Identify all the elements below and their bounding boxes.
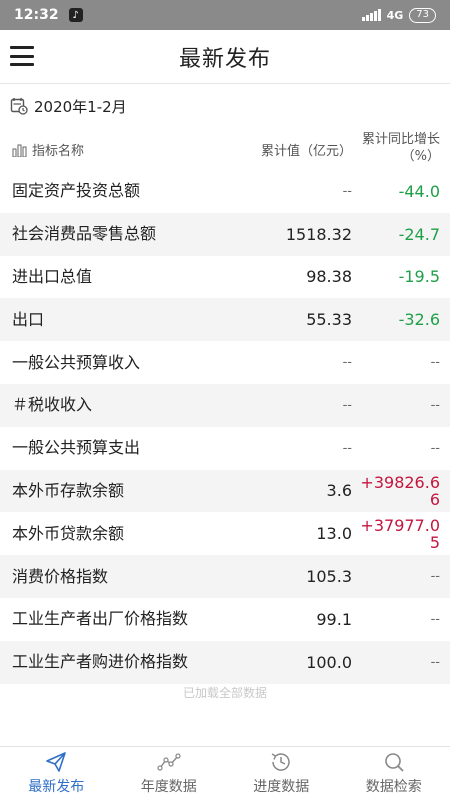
bottom-nav: 最新发布 年度数据 进度数据 数据检索 bbox=[0, 746, 450, 800]
column-header-value: 累计值（亿元） bbox=[260, 144, 352, 159]
row-name: 工业生产者购进价格指数 bbox=[12, 652, 189, 672]
row-yoy: -19.5 bbox=[398, 267, 440, 287]
row-yoy: -24.7 bbox=[398, 224, 440, 244]
period-selector[interactable]: 2020年1-2月 bbox=[10, 94, 127, 118]
table-row[interactable]: 本外币贷款余额 13.0 +37977.05 bbox=[0, 512, 450, 555]
battery-icon: 73 bbox=[409, 7, 436, 23]
nav-search[interactable]: 数据检索 bbox=[338, 747, 450, 800]
row-value: 1518.32 bbox=[285, 224, 352, 244]
nav-label: 年度数据 bbox=[140, 779, 197, 795]
row-value: -- bbox=[342, 397, 352, 413]
row-name: 一般公共预算收入 bbox=[12, 352, 141, 372]
row-name: ＃税收收入 bbox=[12, 395, 93, 415]
nav-latest[interactable]: 最新发布 bbox=[0, 747, 113, 800]
status-indicators: 4G 73 bbox=[361, 7, 436, 23]
table-row[interactable]: 出口 55.33 -32.6 bbox=[0, 298, 450, 342]
row-name: 社会消费品零售总额 bbox=[12, 224, 157, 244]
status-bar: 12:32 ♪ 4G 73 bbox=[0, 0, 450, 30]
row-yoy: -- bbox=[430, 569, 440, 585]
row-value: 98.38 bbox=[306, 267, 352, 287]
row-name: 本外币存款余额 bbox=[12, 480, 125, 500]
row-value: -- bbox=[342, 183, 352, 199]
row-name: 进出口总值 bbox=[12, 266, 93, 286]
table-row[interactable]: 工业生产者出厂价格指数 99.1 -- bbox=[0, 598, 450, 641]
search-icon bbox=[384, 753, 404, 772]
row-yoy: -32.6 bbox=[398, 310, 440, 330]
calendar-clock-icon bbox=[10, 98, 28, 115]
table-row[interactable]: 社会消费品零售总额 1518.32 -24.7 bbox=[0, 212, 450, 256]
row-value: 13.0 bbox=[316, 524, 352, 544]
menu-icon[interactable] bbox=[10, 46, 34, 66]
row-value: 55.33 bbox=[306, 310, 352, 330]
column-header-yoy: 累计同比增长（%） bbox=[361, 132, 440, 164]
row-value: 100.0 bbox=[306, 652, 352, 672]
table-row[interactable]: 工业生产者购进价格指数 100.0 -- bbox=[0, 640, 450, 684]
period-label: 2020年1-2月 bbox=[34, 97, 127, 116]
row-value: 105.3 bbox=[306, 567, 352, 587]
column-header-name: 指标名称 bbox=[12, 140, 84, 159]
table-row[interactable]: 一般公共预算收入 -- -- bbox=[0, 341, 450, 384]
row-yoy: +39826.66 bbox=[360, 472, 440, 509]
bar-chart-icon bbox=[12, 144, 27, 157]
row-name: 出口 bbox=[12, 309, 45, 329]
row-value: -- bbox=[342, 440, 352, 456]
table-row[interactable]: ＃税收收入 -- -- bbox=[0, 383, 450, 427]
nav-label: 数据检索 bbox=[365, 779, 422, 795]
row-value: 99.1 bbox=[316, 609, 352, 629]
row-yoy: -- bbox=[430, 397, 440, 413]
table-row[interactable]: 固定资产投资总额 -- -44.0 bbox=[0, 170, 450, 213]
row-yoy: -- bbox=[430, 654, 440, 670]
table-row[interactable]: 进出口总值 98.38 -19.5 bbox=[0, 256, 450, 299]
tiktok-notification-icon: ♪ bbox=[68, 8, 83, 22]
row-name: 工业生产者出厂价格指数 bbox=[12, 609, 189, 629]
history-icon bbox=[271, 753, 290, 771]
row-value: 3.6 bbox=[326, 481, 352, 501]
nav-progress[interactable]: 进度数据 bbox=[225, 747, 338, 800]
table-row[interactable]: 本外币存款余额 3.6 +39826.66 bbox=[0, 469, 450, 513]
table-row[interactable]: 一般公共预算支出 -- -- bbox=[0, 427, 450, 470]
column-header-name-label: 指标名称 bbox=[32, 144, 85, 159]
row-yoy: -- bbox=[430, 611, 440, 627]
row-name: 固定资产投资总额 bbox=[12, 181, 141, 201]
indicator-table: 固定资产投资总额 -- -44.0 社会消费品零售总额 1518.32 -24.7 进出… bbox=[0, 170, 450, 684]
send-icon bbox=[46, 752, 67, 772]
row-yoy: -44.0 bbox=[398, 181, 440, 201]
nav-label: 最新发布 bbox=[28, 779, 85, 795]
table-row[interactable]: 消费价格指数 105.3 -- bbox=[0, 555, 450, 598]
nav-label: 进度数据 bbox=[253, 779, 310, 795]
row-name: 一般公共预算支出 bbox=[12, 438, 141, 458]
row-yoy: -- bbox=[430, 440, 440, 456]
row-yoy: -- bbox=[430, 355, 440, 371]
row-yoy: +37977.05 bbox=[360, 515, 440, 552]
status-time: 12:32 bbox=[14, 7, 59, 23]
battery-level: 73 bbox=[416, 9, 429, 20]
table-header: 指标名称 累计值（亿元） 累计同比增长（%） bbox=[0, 128, 450, 170]
all-loaded-tip: 已加载全部数据 bbox=[182, 686, 267, 700]
network-type: 4G bbox=[386, 8, 404, 22]
app-bar: 最新发布 bbox=[0, 30, 450, 84]
row-name: 消费价格指数 bbox=[12, 566, 109, 586]
row-value: -- bbox=[342, 355, 352, 371]
page-title: 最新发布 bbox=[178, 46, 271, 72]
nav-annual[interactable]: 年度数据 bbox=[113, 747, 226, 800]
row-name: 本外币贷款余额 bbox=[12, 523, 125, 543]
signal-icon bbox=[361, 9, 381, 21]
trend-icon bbox=[157, 753, 181, 771]
